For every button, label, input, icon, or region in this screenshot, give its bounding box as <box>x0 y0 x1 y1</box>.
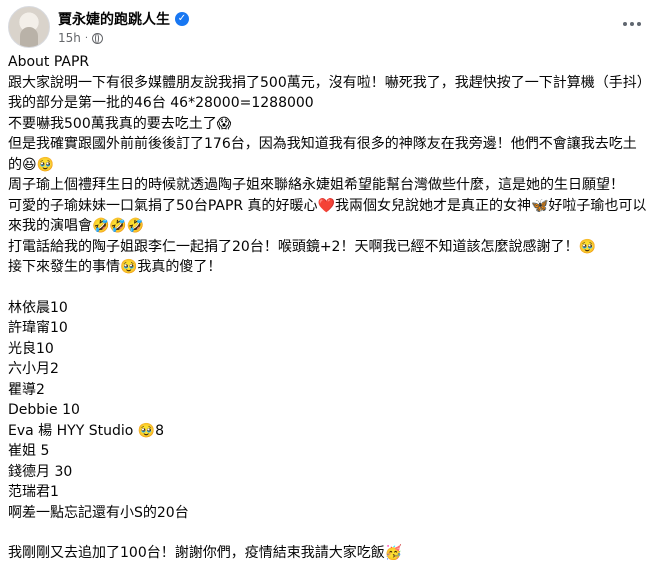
paragraph-7: 接下來發生的事情🥹我真的傻了！ <box>8 259 222 275</box>
post-header: 賈永婕的跑跳人生 ✓ 15h · <box>8 6 650 50</box>
author-name[interactable]: 賈永婕的跑跳人生 <box>58 9 170 29</box>
paragraph-5: 可愛的子瑜妹妹一口氣捐了50台PAPR 真的好暖心❤️我兩個女兒說她才是真正的女… <box>8 197 647 235</box>
donor-item: 光良10 <box>8 340 54 357</box>
donor-item: 許瑋甯10 <box>8 320 68 336</box>
paragraph-1: 跟大家說明一下有很多媒體朋友說我捐了500萬元，沒有啦！嚇死我了，我趕快按了一下… <box>8 74 644 112</box>
donor-item: 啊差一點忘記還有小S的20台 <box>8 504 189 521</box>
paragraph-3: 但是我確實跟國外前前後後訂了176台，因為我知道我有很多的神隊友在我旁邊！他們不… <box>8 136 637 173</box>
post-body: About PAPR 跟大家說明一下有很多媒體朋友說我捐了500萬元，沒有啦！嚇… <box>8 52 650 564</box>
globe-icon[interactable] <box>92 32 104 44</box>
donor-item: 范瑞君1 <box>8 484 59 500</box>
more-options-icon <box>623 22 627 26</box>
author-row: 賈永婕的跑跳人生 ✓ <box>58 9 189 29</box>
post-timestamp[interactable]: 15h <box>58 31 81 45</box>
donor-item: 崔姐 5 <box>8 443 50 459</box>
donor-item: 錢德月 30 <box>8 463 73 480</box>
paragraph-2: 不要嚇我500萬我真的要去吃土了😱 <box>8 115 232 132</box>
donor-item: Eva 楊 HYY Studio 🥹8 <box>8 422 165 439</box>
more-options-button[interactable] <box>618 14 646 34</box>
donor-item: 六小月2 <box>8 361 59 377</box>
verified-badge-icon: ✓ <box>175 12 189 26</box>
post-meta: 15h · <box>58 31 104 45</box>
author-avatar[interactable] <box>8 6 50 48</box>
facebook-post: 賈永婕的跑跳人生 ✓ 15h · About PAPR 跟大家說明一下有很多媒體… <box>0 0 658 561</box>
paragraph-4: 周子瑜上個禮拜生日的時候就透過陶子姐來聯絡永婕姐希望能幫台灣做些什麼，這是她的生… <box>8 177 624 193</box>
paragraph-6: 打電話給我的陶子姐跟李仁一起捐了20台！喉頭鏡+2！天啊我已經不知道該怎麼說感謝… <box>8 238 596 255</box>
separator-dot: · <box>84 32 89 44</box>
post-title-line: About PAPR <box>8 54 90 70</box>
donor-item: 瞿導2 <box>8 381 45 398</box>
donor-item: Debbie 10 <box>8 402 80 418</box>
donor-item: 林依晨10 <box>8 299 68 316</box>
closing-line: 我剛剛又去追加了100台！謝謝你們，疫情結束我請大家吃飯🥳 <box>8 545 403 561</box>
